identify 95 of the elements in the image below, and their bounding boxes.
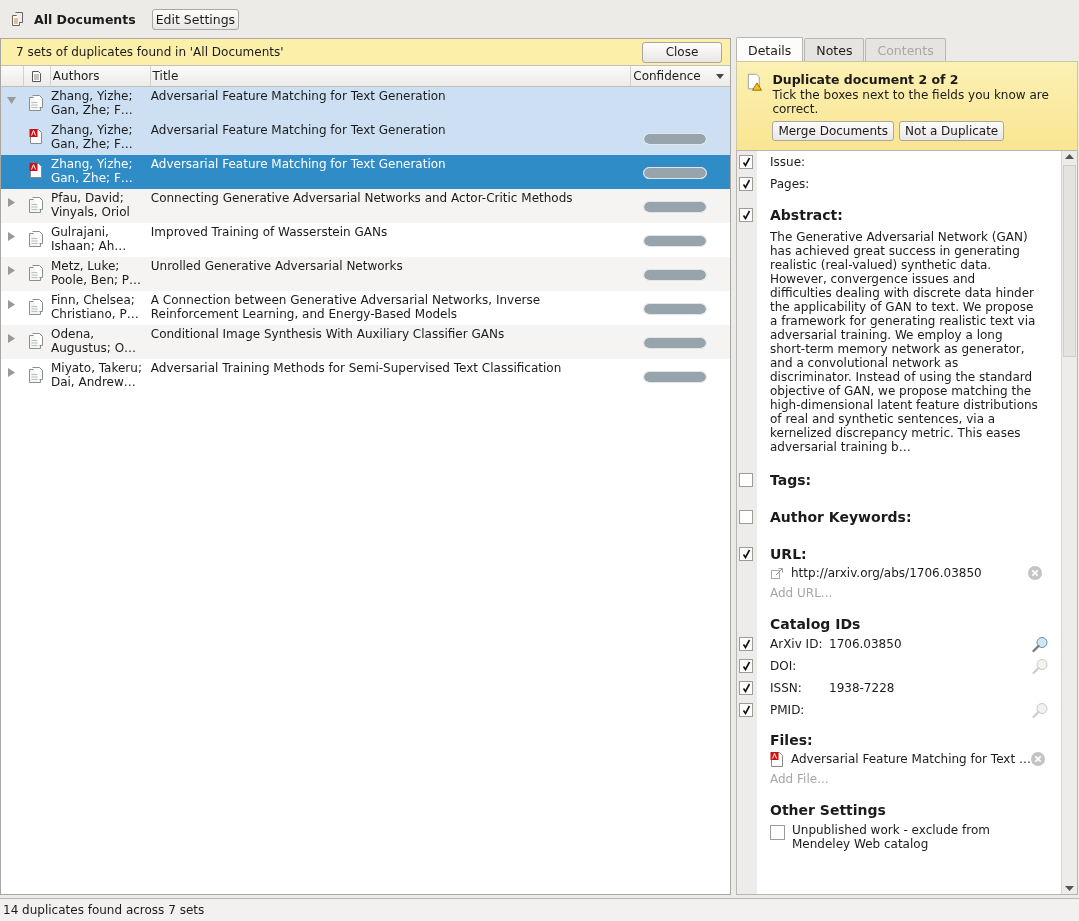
duplicate-row[interactable]: Zhang, Yizhe; Gan, Zhe; F… Adversarial Feature Matching for Text Generation [1, 121, 730, 155]
documents-icon [27, 366, 44, 384]
column-header[interactable]: Authors [49, 66, 150, 86]
expander-icon[interactable] [7, 300, 17, 309]
option-label: Unpublished work - exclude from Mendeley Web catalog [792, 823, 991, 851]
notice-button[interactable]: Merge Documents [772, 121, 895, 141]
checkbox[interactable] [739, 547, 753, 561]
expander-icon[interactable] [7, 198, 17, 207]
pdf-file-icon [770, 750, 784, 768]
title-cell-text: Adversarial Feature Matching for Text Generation [149, 89, 447, 105]
field-value: 1938-7228 [829, 681, 895, 695]
title-cell-text: Adversarial Training Methods for Semi-Supervised Text Classification [149, 361, 563, 377]
external-link-icon[interactable] [770, 566, 784, 580]
scrollbar[interactable] [1061, 151, 1077, 894]
edit-settings-button[interactable]: Edit Settings [151, 8, 240, 30]
document-warning-icon [747, 72, 764, 92]
title-cell-text: Adversarial Feature Matching for Text Generation [149, 157, 447, 173]
checkbox[interactable] [739, 510, 753, 524]
authors-cell-text: Pfau, David; Vinyals, Oriol [49, 191, 131, 221]
documents-icon [27, 264, 44, 282]
remove-icon[interactable] [1028, 566, 1042, 580]
banner-message: 7 sets of duplicates found in 'All Documents' [16, 45, 284, 59]
file-name[interactable]: Adversarial Feature Matching for Text … [791, 752, 1031, 766]
notice-title: Duplicate document 2 of 2 [772, 72, 960, 87]
checkbox[interactable] [739, 659, 753, 673]
authors-cell-text: Odena, Augustus; O… [49, 327, 138, 357]
field-value: 1706.03850 [829, 637, 902, 651]
checkbox[interactable] [739, 703, 753, 717]
authors-cell-text: Miyato, Takeru; Dai, Andrew… [49, 361, 143, 391]
documents-icon [11, 11, 25, 27]
section-heading: Abstract: [770, 207, 843, 223]
field-label: DOI: [770, 659, 798, 673]
title-cell-text: Unrolled Generative Adversarial Networks [149, 259, 404, 275]
url-link[interactable]: http://arxiv.org/abs/1706.03850 [791, 566, 1028, 580]
tab[interactable]: Details [736, 37, 804, 61]
documents-icon [27, 196, 44, 214]
field-label: ArXiv ID: [770, 637, 824, 651]
section-heading: Catalog IDs [770, 616, 861, 632]
duplicate-row[interactable]: Pfau, David; Vinyals, Oriol Connecting Generative Adversarial Networks and Actor-Critic Methods [1, 189, 730, 223]
authors-cell-text: Zhang, Yizhe; Gan, Zhe; F… [49, 89, 134, 119]
field-label: PMID: [770, 703, 806, 717]
title-cell-text: Connecting Generative Adversarial Networks and Actor-Critic Methods [149, 191, 574, 207]
checkbox[interactable] [739, 177, 753, 191]
title-cell-text: Improved Training of Wasserstein GANs [149, 225, 389, 241]
checkbox[interactable] [739, 637, 753, 651]
column-header[interactable]: Confidence [630, 66, 730, 86]
search-icon[interactable] [1031, 635, 1049, 653]
duplicate-row[interactable]: Zhang, Yizhe; Gan, Zhe; F… Adversarial Feature Matching for Text Generation [1, 155, 730, 189]
documents-icon [27, 332, 44, 350]
remove-icon[interactable] [1030, 752, 1045, 766]
field-label: Issue: [770, 155, 806, 169]
authors-cell-text: Finn, Chelsea; Christiano, P… [49, 293, 140, 323]
documents-icon [27, 298, 44, 316]
title-cell-text: A Connection between Generative Adversarial Networks, Inverse Reinforcement Learning, and Energy-Based Models [149, 293, 542, 323]
title-cell-text: Conditional Image Synthesis With Auxiliary Classifier GANs [149, 327, 506, 343]
checkbox[interactable] [739, 681, 753, 695]
expander-icon[interactable] [7, 368, 17, 377]
authors-cell-text: Metz, Luke; Poole, Ben; P… [49, 259, 143, 289]
authors-cell-text: Gulrajani, Ishaan; Ah… [49, 225, 128, 255]
pdf-file-icon [28, 162, 43, 179]
title-cell-text: Adversarial Feature Matching for Text Generation [149, 123, 447, 139]
notice-message: Tick the boxes next to the fields you know are correct. [772, 88, 1050, 116]
column-header[interactable]: Title [149, 66, 631, 86]
duplicate-row[interactable]: Metz, Luke; Poole, Ben; P… Unrolled Generative Adversarial Networks [1, 257, 730, 291]
section-heading: URL: [770, 546, 807, 562]
tab[interactable]: Notes [804, 38, 865, 61]
notice-button[interactable]: Not a Duplicate [899, 121, 1005, 141]
pdf-file-icon [28, 128, 43, 145]
abstract-text: The Generative Adversarial Network (GAN) has achieved great success in generating realistic (real-valued) synthetic data. However, convergence issues and difficulties dealing with discrete data hinder the applicability of GAN to text. We propose a framework for generating realistic text via adversarial training. We employ a long short-term memory network as generator, and a convolutional network as discriminator. Instead of using the standard objective of GAN, we propose matching the high-dimensional latent feature distributions of real and synthetic sentences, via a kernelized discrepancy metric. This eases adversarial training b… [770, 230, 1038, 454]
sort-arrow-icon[interactable] [716, 73, 724, 79]
section-heading: Files: [770, 732, 813, 748]
expander-icon[interactable] [7, 266, 17, 275]
expander-icon[interactable] [7, 334, 17, 343]
duplicate-row[interactable]: Odena, Augustus; O… Conditional Image Synthesis With Auxiliary Classifier GANs [1, 325, 730, 359]
checkbox[interactable] [770, 825, 785, 840]
expander-icon[interactable] [7, 96, 17, 105]
field-label: ISSN: [770, 681, 803, 695]
checkbox[interactable] [739, 208, 753, 222]
scrollbar-thumb[interactable] [1063, 165, 1076, 357]
authors-cell-text: Zhang, Yizhe; Gan, Zhe; F… [49, 157, 134, 187]
close-button[interactable]: Close [642, 41, 722, 63]
document-icon [32, 70, 42, 82]
documents-icon [27, 94, 44, 112]
collection-title: All Documents [34, 11, 136, 27]
duplicate-row[interactable]: Zhang, Yizhe; Gan, Zhe; F… Adversarial Feature Matching for Text Generation [1, 87, 730, 121]
expander-icon[interactable] [7, 232, 17, 241]
section-heading: Author Keywords: [770, 509, 912, 525]
checkbox[interactable] [739, 155, 753, 169]
section-heading: Other Settings [770, 802, 886, 818]
documents-icon [27, 230, 44, 248]
status-text: 14 duplicates found across 7 sets [3, 903, 205, 917]
section-heading: Tags: [770, 472, 812, 488]
checkbox[interactable] [739, 473, 753, 487]
field-label: Pages: [770, 177, 810, 191]
authors-cell-text: Zhang, Yizhe; Gan, Zhe; F… [49, 123, 134, 153]
